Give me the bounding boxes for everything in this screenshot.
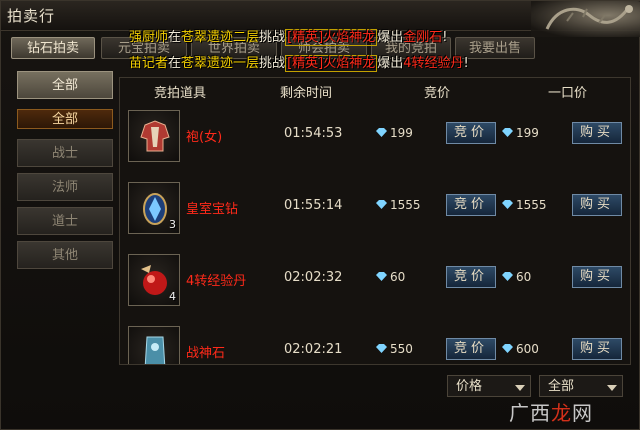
diamond-icon [502, 128, 513, 137]
diamond-icon [502, 200, 513, 209]
item-quantity: 4 [169, 290, 176, 303]
time-remaining: 02:02:32 [284, 270, 343, 285]
bid-button[interactable]: 竞价 [446, 338, 496, 360]
auction-window: 拍卖行 钻石拍卖 元宝拍卖 世界拍卖 师会拍卖 我的竞拍 我要出售 强厨师在苍翠… [0, 0, 640, 430]
announcement-line-2: 苗记者在苍翠遗迹一层挑战 [精英]火焰神龙 爆出4转经验丹! [129, 55, 469, 72]
time-remaining: 01:55:14 [284, 198, 343, 213]
header-bid: 竞价 [424, 86, 451, 101]
table-header: 竞拍道具 剩余时间 竞价 一口价 [120, 78, 630, 101]
announcement-line-1: 强厨师在苍翠遗迹二层挑战 [精英]火焰神龙 爆出金刚石! [129, 29, 448, 46]
bid-button[interactable]: 竞价 [446, 122, 496, 144]
buyout-price: 60 [502, 270, 531, 284]
buyout-price: 1555 [502, 198, 547, 212]
buy-button[interactable]: 购买 [572, 266, 622, 288]
buyout-price: 600 [502, 342, 539, 356]
time-remaining: 01:54:53 [284, 126, 343, 141]
buy-button[interactable]: 购买 [572, 194, 622, 216]
bid-price: 199 [376, 126, 413, 140]
table-row: 3 皇室宝钻 01:55:14 1555 竞价 1555 购买 [124, 180, 628, 240]
diamond-icon [376, 200, 387, 209]
table-row: 袍(女) 01:54:53 199 竞价 199 购买 [124, 108, 628, 168]
buy-button[interactable]: 购买 [572, 338, 622, 360]
window-title: 拍卖行 [7, 7, 56, 25]
title-bar[interactable]: 拍卖行 [1, 1, 640, 37]
header-time: 剩余时间 [280, 86, 333, 101]
chevron-down-icon [515, 385, 525, 391]
item-name: 皇室宝钻 [186, 202, 239, 217]
diamond-icon [376, 344, 387, 353]
time-remaining: 02:02:21 [284, 342, 343, 357]
buyout-price: 199 [502, 126, 539, 140]
bid-price: 1555 [376, 198, 421, 212]
category-mage[interactable]: 法师 [17, 173, 113, 201]
item-name: 袍(女) [186, 130, 223, 145]
buy-button[interactable]: 购买 [572, 122, 622, 144]
header-item: 竞拍道具 [154, 86, 207, 101]
category-all[interactable]: 全部 [17, 109, 113, 129]
diamond-icon [376, 128, 387, 137]
category-select[interactable]: 全部 [539, 375, 623, 397]
item-name: 4转经验丹 [186, 274, 247, 289]
diamond-icon [502, 272, 513, 281]
table-row: 4 4转经验丹 02:02:32 60 竞价 60 购买 [124, 252, 628, 312]
auction-list-panel: 竞拍道具 剩余时间 竞价 一口价 袍(女) 01:54:53 199 竞价 19… [119, 77, 631, 365]
category-header-all[interactable]: 全部 [17, 71, 113, 99]
item-quantity: 3 [169, 218, 176, 231]
category-warrior[interactable]: 战士 [17, 139, 113, 167]
header-buyout: 一口价 [548, 86, 588, 101]
chevron-down-icon [607, 385, 617, 391]
bid-button[interactable]: 竞价 [446, 194, 496, 216]
bid-price: 550 [376, 342, 413, 356]
watermark: 广西龙网 [509, 401, 593, 425]
blue-gem-icon[interactable]: 3 [128, 182, 180, 234]
robe-icon[interactable] [128, 110, 180, 162]
diamond-icon [502, 344, 513, 353]
table-row: 战神石 02:02:21 550 竞价 600 购买 [124, 324, 628, 364]
sort-select[interactable]: 价格 [447, 375, 531, 397]
item-name: 战神石 [186, 346, 226, 361]
tab-diamond-auction[interactable]: 钻石拍卖 [11, 37, 95, 59]
bid-button[interactable]: 竞价 [446, 266, 496, 288]
red-pill-icon[interactable]: 4 [128, 254, 180, 306]
bid-price: 60 [376, 270, 405, 284]
dragon-ornament-icon [531, 1, 640, 37]
war-stone-icon[interactable] [128, 326, 180, 364]
category-other[interactable]: 其他 [17, 241, 113, 269]
category-sidebar: 全部 全部 战士 法师 道士 其他 [13, 67, 117, 367]
diamond-icon [376, 272, 387, 281]
category-taoist[interactable]: 道士 [17, 207, 113, 235]
